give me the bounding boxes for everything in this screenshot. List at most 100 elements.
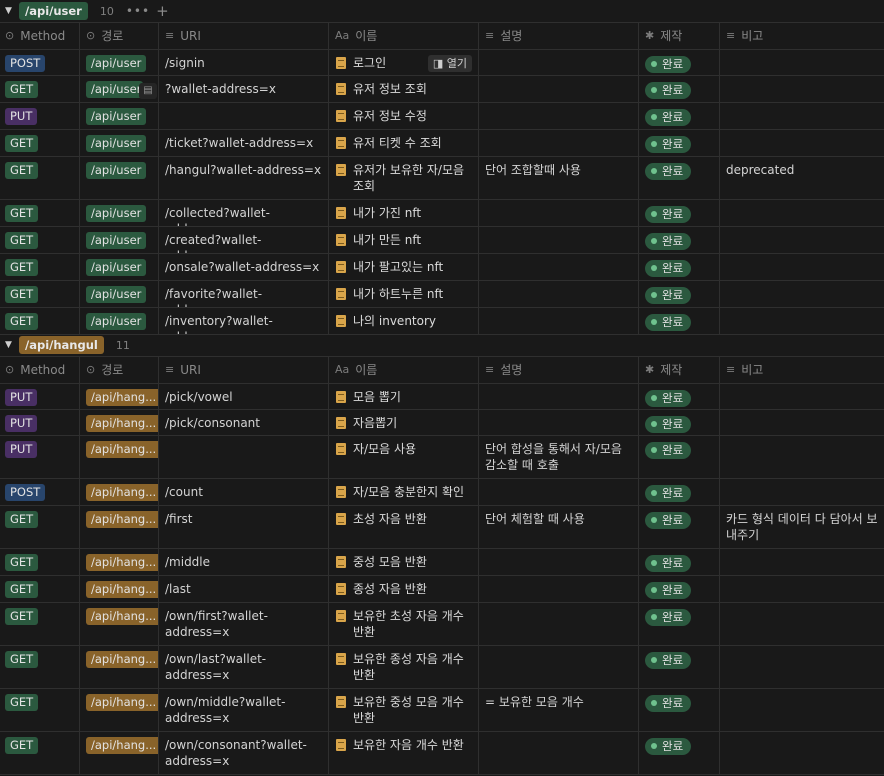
table-row[interactable]: GET/api/user/favorite?wallet-address=x 내가… xyxy=(0,281,884,308)
method-cell[interactable]: GET xyxy=(0,308,80,334)
uri-cell[interactable]: /last xyxy=(159,576,329,602)
name-cell[interactable]: 보유한 자음 개수 반환 xyxy=(329,732,479,774)
column-header-desc[interactable]: ≡ 설명 xyxy=(479,357,639,383)
uri-cell[interactable] xyxy=(159,436,329,478)
method-cell[interactable]: GET xyxy=(0,576,80,602)
name-cell[interactable]: 내가 팔고있는 nft xyxy=(329,254,479,280)
note-cell[interactable] xyxy=(720,130,884,156)
table-row[interactable]: GET/api/user/collected?wallet-address=x 내… xyxy=(0,200,884,227)
table-row[interactable]: GET/api/user/created?wallet-address=x 내가 … xyxy=(0,227,884,254)
group-tag[interactable]: /api/user xyxy=(19,2,88,20)
method-cell[interactable]: GET xyxy=(0,281,80,307)
name-cell[interactable]: 유저 정보 수정 xyxy=(329,103,479,129)
page-title[interactable]: 자/모음 충분한지 확인 xyxy=(335,484,472,500)
desc-cell[interactable] xyxy=(479,732,639,774)
desc-cell[interactable] xyxy=(479,479,639,505)
page-title[interactable]: 보유한 종성 자음 개수 반환 xyxy=(335,651,472,683)
desc-cell[interactable] xyxy=(479,50,639,75)
name-cell[interactable]: 자음뽑기 xyxy=(329,410,479,435)
uri-cell[interactable]: /middle xyxy=(159,549,329,575)
note-cell[interactable] xyxy=(720,200,884,226)
name-cell[interactable]: 유저 티켓 수 조회 xyxy=(329,130,479,156)
method-cell[interactable]: GET xyxy=(0,603,80,645)
method-cell[interactable]: POST xyxy=(0,50,80,75)
uri-cell[interactable]: /pick/vowel xyxy=(159,384,329,409)
note-cell[interactable] xyxy=(720,646,884,688)
table-row[interactable]: POST/api/hang... /count 자/모음 충분한지 확인 완료 xyxy=(0,479,884,506)
note-cell[interactable] xyxy=(720,281,884,307)
uri-cell[interactable]: /created?wallet-address=x xyxy=(159,227,329,253)
note-cell[interactable] xyxy=(720,576,884,602)
page-title[interactable]: 보유한 자음 개수 반환 xyxy=(335,737,472,753)
table-row[interactable]: GET/api/hang... /own/consonant?wallet-add… xyxy=(0,732,884,775)
uri-cell[interactable]: /inventory?wallet-address=x xyxy=(159,308,329,334)
note-cell[interactable] xyxy=(720,76,884,102)
name-cell[interactable]: 로그인 ◨ 열기 xyxy=(329,50,479,75)
status-cell[interactable]: 완료 xyxy=(639,254,720,280)
table-row[interactable]: GET/api/hang... /own/first?wallet-address… xyxy=(0,603,884,646)
path-cell[interactable]: /api/user xyxy=(80,103,159,129)
name-cell[interactable]: 내가 가진 nft xyxy=(329,200,479,226)
page-title[interactable]: 자/모음 사용 xyxy=(335,441,472,457)
uri-cell[interactable]: /ticket?wallet-address=x xyxy=(159,130,329,156)
note-cell[interactable]: deprecated xyxy=(720,157,884,199)
method-cell[interactable]: GET xyxy=(0,254,80,280)
note-cell[interactable] xyxy=(720,689,884,731)
note-cell[interactable]: 카드 형식 데이터 다 담아서 보내주기 xyxy=(720,506,884,548)
note-cell[interactable] xyxy=(720,603,884,645)
path-cell[interactable]: /api/hang... xyxy=(80,576,159,602)
page-title[interactable]: 내가 만든 nft xyxy=(335,232,472,248)
name-cell[interactable]: 나의 inventory xyxy=(329,308,479,334)
uri-cell[interactable]: /first xyxy=(159,506,329,548)
method-cell[interactable]: PUT xyxy=(0,103,80,129)
method-cell[interactable]: GET xyxy=(0,549,80,575)
note-cell[interactable] xyxy=(720,436,884,478)
desc-cell[interactable] xyxy=(479,308,639,334)
note-cell[interactable] xyxy=(720,410,884,435)
page-title[interactable]: 유저 정보 조회 xyxy=(335,81,472,97)
method-cell[interactable]: PUT xyxy=(0,436,80,478)
path-cell[interactable]: /api/user xyxy=(80,157,159,199)
desc-cell[interactable] xyxy=(479,281,639,307)
column-header-desc[interactable]: ≡ 설명 xyxy=(479,23,639,49)
name-cell[interactable]: 유저가 보유한 자/모음 조회 xyxy=(329,157,479,199)
table-row[interactable]: GET/api/hang... /last 종성 자음 반환 완료 xyxy=(0,576,884,603)
column-header-method[interactable]: ⊙ Method xyxy=(0,23,80,49)
status-cell[interactable]: 완료 xyxy=(639,479,720,505)
table-row[interactable]: POST/api/user/signin 로그인 ◨ 열기 완료 xyxy=(0,50,884,76)
note-cell[interactable] xyxy=(720,384,884,409)
desc-cell[interactable]: 단어 조합할때 사용 xyxy=(479,157,639,199)
page-title[interactable]: 내가 하트누른 nft xyxy=(335,286,472,302)
uri-cell[interactable]: /favorite?wallet-address=x xyxy=(159,281,329,307)
path-cell[interactable]: /api/hang... xyxy=(80,646,159,688)
desc-cell[interactable] xyxy=(479,646,639,688)
group-tag[interactable]: /api/hangul xyxy=(19,336,104,354)
note-cell[interactable] xyxy=(720,732,884,774)
path-cell[interactable]: /api/hang... xyxy=(80,506,159,548)
status-cell[interactable]: 완료 xyxy=(639,130,720,156)
desc-cell[interactable] xyxy=(479,130,639,156)
method-cell[interactable]: GET xyxy=(0,732,80,774)
open-button[interactable]: ◨ 열기 xyxy=(427,55,472,72)
uri-cell[interactable]: /own/last?wallet-address=x xyxy=(159,646,329,688)
page-title[interactable]: 나의 inventory xyxy=(335,313,472,329)
note-cell[interactable] xyxy=(720,103,884,129)
page-title[interactable]: 초성 자음 반환 xyxy=(335,511,472,527)
column-header-path[interactable]: ⊙ 경로 xyxy=(80,23,159,49)
desc-cell[interactable] xyxy=(479,549,639,575)
path-cell[interactable]: /api/user ▤ xyxy=(80,76,159,102)
method-cell[interactable]: GET xyxy=(0,76,80,102)
uri-cell[interactable]: /own/consonant?wallet-address=x xyxy=(159,732,329,774)
desc-cell[interactable]: 단어 합성을 통해서 자/모음 감소할 때 호출 xyxy=(479,436,639,478)
status-cell[interactable]: 완료 xyxy=(639,103,720,129)
page-title[interactable]: 로그인 ◨ 열기 xyxy=(335,55,472,72)
note-cell[interactable] xyxy=(720,50,884,75)
page-title[interactable]: 내가 팔고있는 nft xyxy=(335,259,472,275)
name-cell[interactable]: 보유한 중성 모음 개수 반환 xyxy=(329,689,479,731)
method-cell[interactable]: GET xyxy=(0,157,80,199)
status-cell[interactable]: 완료 xyxy=(639,603,720,645)
uri-cell[interactable]: /collected?wallet-address=x xyxy=(159,200,329,226)
status-cell[interactable]: 완료 xyxy=(639,384,720,409)
path-cell[interactable]: /api/hang... xyxy=(80,603,159,645)
table-row[interactable]: GET/api/hang... /own/last?wallet-address=… xyxy=(0,646,884,689)
